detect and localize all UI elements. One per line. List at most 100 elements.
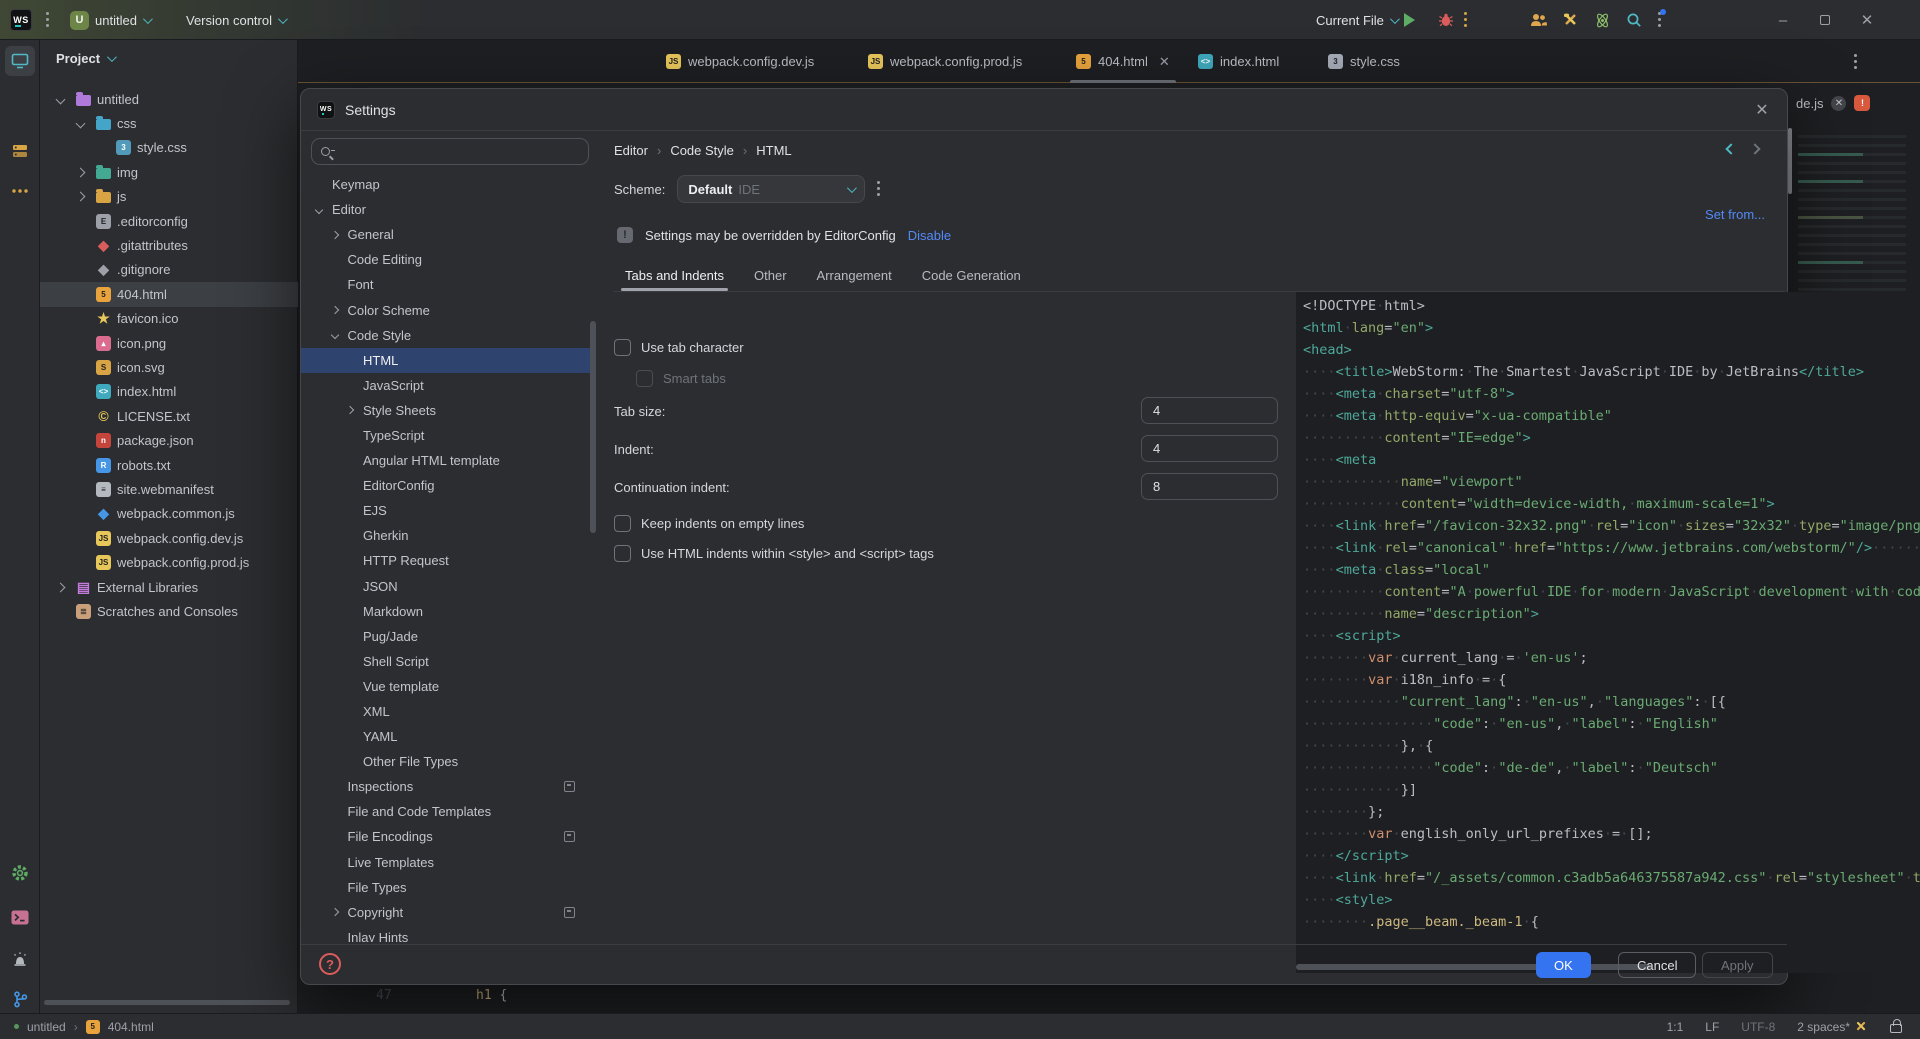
editor-tab[interactable]: <>index.html: [1198, 40, 1279, 83]
project-tree-item[interactable]: 5404.html: [40, 282, 298, 306]
project-tree-item[interactable]: ≡site.webmanifest: [40, 477, 298, 501]
project-tree-item[interactable]: JSwebpack.config.prod.js: [40, 550, 298, 574]
run-configuration-selector[interactable]: Current File: [1316, 0, 1397, 40]
project-tree-item[interactable]: ▤External Libraries: [40, 575, 298, 599]
chevron-down-icon[interactable]: [330, 331, 338, 339]
dialog-header[interactable]: WS Settings: [301, 89, 1787, 131]
project-tree-item[interactable]: ◆webpack.common.js: [40, 502, 298, 526]
project-tree-item[interactable]: untitled: [40, 87, 298, 111]
settings-nav-item[interactable]: Color Scheme: [301, 297, 591, 322]
scheme-select[interactable]: Default IDE: [677, 175, 865, 203]
project-tree-item[interactable]: 3style.css: [40, 136, 298, 160]
tab-list-options-button[interactable]: [1854, 41, 1858, 83]
dialog-close-button[interactable]: ✕: [1751, 99, 1773, 121]
set-from-link[interactable]: Set from...: [1705, 207, 1765, 222]
editor-tab[interactable]: JSwebpack.config.prod.js: [868, 40, 1022, 83]
chevron-right-icon[interactable]: [56, 582, 66, 592]
settings-nav-item[interactable]: Other File Types: [301, 749, 591, 774]
close-icon[interactable]: ✕: [1159, 54, 1170, 70]
chevron-right-icon[interactable]: [76, 167, 86, 177]
more-run-actions-button[interactable]: [1464, 0, 1468, 40]
settings-nav-item[interactable]: Editor: [301, 197, 591, 222]
git-tool-button[interactable]: [5, 984, 35, 1014]
project-tree-item[interactable]: js: [40, 185, 298, 209]
search-everywhere-button[interactable]: [1626, 0, 1642, 40]
settings-nav-item[interactable]: Live Templates: [301, 850, 591, 875]
chevron-right-icon[interactable]: [76, 192, 86, 202]
settings-nav-item[interactable]: Style Sheets: [301, 398, 591, 423]
settings-nav-scrollbar[interactable]: [590, 321, 596, 533]
build-tools-button[interactable]: [1562, 0, 1579, 40]
editor-tab[interactable]: 3style.css: [1328, 40, 1400, 83]
settings-nav-item[interactable]: Markdown: [301, 599, 591, 624]
settings-nav-item[interactable]: EditorConfig: [301, 473, 591, 498]
indent-input[interactable]: 4: [1141, 435, 1278, 462]
settings-nav-item[interactable]: HTML: [301, 348, 591, 373]
project-tree-item[interactable]: <>index.html: [40, 380, 298, 404]
settings-nav-item[interactable]: Angular HTML template: [301, 448, 591, 473]
file-encoding[interactable]: UTF-8: [1741, 1020, 1775, 1034]
split-scrollbar[interactable]: [1788, 128, 1792, 194]
settings-nav-item[interactable]: JavaScript: [301, 373, 591, 398]
settings-nav-item[interactable]: Code Editing: [301, 247, 591, 272]
breadcrumb-item[interactable]: HTML: [756, 143, 791, 158]
project-tree-item[interactable]: ≣Scratches and Consoles: [40, 599, 298, 623]
project-widget[interactable]: U untitled: [70, 0, 150, 40]
tab-tabs-and-indents[interactable]: Tabs and Indents: [625, 261, 724, 289]
settings-nav-item[interactable]: File Types: [301, 875, 591, 900]
maximize-button[interactable]: [1808, 0, 1842, 40]
tab-other[interactable]: Other: [754, 261, 787, 289]
run-button[interactable]: [1404, 0, 1415, 40]
forward-icon[interactable]: [1749, 143, 1760, 154]
project-tree-item[interactable]: ◆.gitattributes: [40, 233, 298, 257]
project-tree-item[interactable]: ★favicon.ico: [40, 307, 298, 331]
close-icon[interactable]: ✕: [1831, 96, 1846, 111]
settings-search-input[interactable]: [311, 138, 589, 165]
project-tree-item[interactable]: img: [40, 160, 298, 184]
tab-size-input[interactable]: 4: [1141, 397, 1278, 424]
chevron-right-icon[interactable]: [330, 306, 338, 314]
scheme-actions-button[interactable]: [877, 181, 881, 197]
code-with-me-button[interactable]: [1530, 0, 1548, 40]
project-tree-item[interactable]: npackage.json: [40, 428, 298, 452]
settings-nav-item[interactable]: File Encodings: [301, 824, 591, 849]
settings-nav-item[interactable]: Shell Script: [301, 649, 591, 674]
terminal-tool-button[interactable]: [5, 902, 35, 932]
tab-code-generation[interactable]: Code Generation: [922, 261, 1021, 289]
settings-nav-item[interactable]: Copyright: [301, 900, 591, 925]
tab-arrangement[interactable]: Arrangement: [817, 261, 892, 289]
project-tree-item[interactable]: Rrobots.txt: [40, 453, 298, 477]
settings-nav-item[interactable]: Inspections: [301, 774, 591, 799]
services-tool-button[interactable]: [5, 858, 35, 888]
settings-nav-item[interactable]: Code Style: [301, 323, 591, 348]
indent-widget[interactable]: 2 spaces*: [1797, 1020, 1868, 1034]
close-button[interactable]: ✕: [1850, 0, 1884, 40]
settings-nav-item[interactable]: EJS: [301, 498, 591, 523]
cancel-button[interactable]: Cancel: [1618, 952, 1696, 978]
project-tree-item[interactable]: E.editorconfig: [40, 209, 298, 233]
apply-button[interactable]: Apply: [1702, 952, 1773, 978]
settings-menu-button[interactable]: [1658, 0, 1662, 40]
settings-nav-item[interactable]: JSON: [301, 574, 591, 599]
settings-nav-item[interactable]: Inlay Hints: [301, 925, 591, 942]
project-tree-item[interactable]: JSwebpack.config.dev.js: [40, 526, 298, 550]
settings-nav-item[interactable]: Pug/Jade: [301, 624, 591, 649]
html-indents-checkbox[interactable]: Use HTML indents within <style> and <scr…: [614, 545, 934, 562]
settings-nav-item[interactable]: Gherkin: [301, 523, 591, 548]
breadcrumb-item[interactable]: Code Style: [670, 143, 734, 158]
chevron-right-icon[interactable]: [330, 230, 338, 238]
chevron-down-icon[interactable]: [76, 119, 86, 129]
settings-nav-item[interactable]: Font: [301, 272, 591, 297]
breadcrumb-item[interactable]: Editor: [614, 143, 648, 158]
settings-nav-item[interactable]: Vue template: [301, 674, 591, 699]
more-tool-windows-button[interactable]: [5, 176, 35, 206]
project-tool-button[interactable]: [5, 46, 35, 76]
caret-position[interactable]: 1:1: [1667, 1020, 1684, 1034]
continuation-indent-input[interactable]: 8: [1141, 473, 1278, 500]
project-panel-header[interactable]: Project: [56, 51, 114, 66]
settings-nav-item[interactable]: YAML: [301, 724, 591, 749]
project-tree-item[interactable]: css: [40, 111, 298, 135]
ok-button[interactable]: OK: [1536, 952, 1591, 978]
back-icon[interactable]: [1725, 143, 1736, 154]
settings-nav-item[interactable]: HTTP Request: [301, 548, 591, 573]
